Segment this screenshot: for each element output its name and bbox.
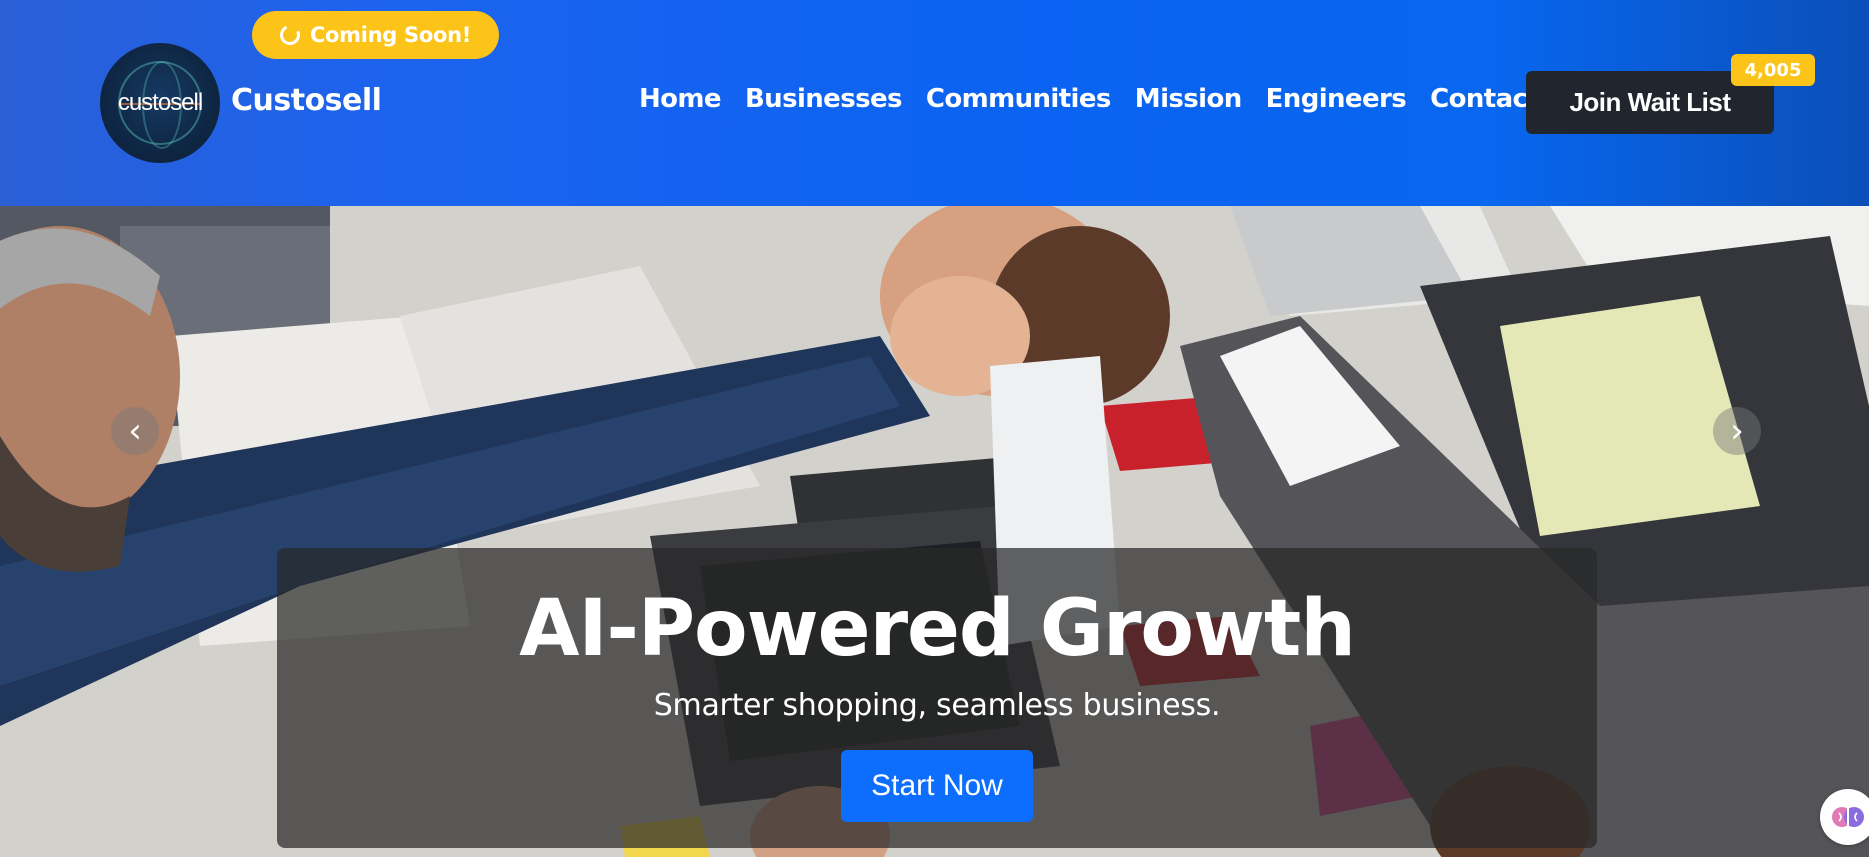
nav-home[interactable]: Home xyxy=(639,84,722,114)
carousel-prev-button[interactable]: ‹ xyxy=(111,407,159,455)
assistant-button[interactable] xyxy=(1820,789,1869,845)
brand-name[interactable]: Custosell xyxy=(231,83,382,118)
coming-soon-badge: Coming Soon! xyxy=(252,11,499,59)
brain-icon xyxy=(1832,807,1864,827)
nav-mission[interactable]: Mission xyxy=(1135,84,1242,114)
hero-title: AI-Powered Growth xyxy=(519,584,1356,674)
waitlist-count-badge: 4,005 xyxy=(1731,54,1815,86)
coming-soon-label: Coming Soon! xyxy=(309,23,472,47)
logo[interactable]: custosell xyxy=(100,43,220,163)
site-header: Coming Soon! custosell Custosell Home Bu… xyxy=(0,0,1869,206)
hero-carousel: ‹ › AI-Powered Growth Smarter shopping, … xyxy=(0,206,1869,857)
chevron-right-icon: › xyxy=(1730,411,1744,451)
chevron-left-icon: ‹ xyxy=(128,411,142,451)
main-nav: Home Businesses Communities Mission Engi… xyxy=(639,84,1540,114)
spinner-icon xyxy=(277,22,303,48)
hero-caption: AI-Powered Growth Smarter shopping, seam… xyxy=(277,548,1597,848)
nav-contact[interactable]: Contact xyxy=(1430,84,1540,114)
nav-businesses[interactable]: Businesses xyxy=(745,84,903,114)
carousel-next-button[interactable]: › xyxy=(1713,407,1761,455)
nav-engineers[interactable]: Engineers xyxy=(1266,84,1407,114)
logo-text: custosell xyxy=(117,89,203,116)
hero-subtitle: Smarter shopping, seamless business. xyxy=(653,688,1221,723)
nav-communities[interactable]: Communities xyxy=(926,84,1112,114)
start-now-button[interactable]: Start Now xyxy=(841,750,1033,822)
